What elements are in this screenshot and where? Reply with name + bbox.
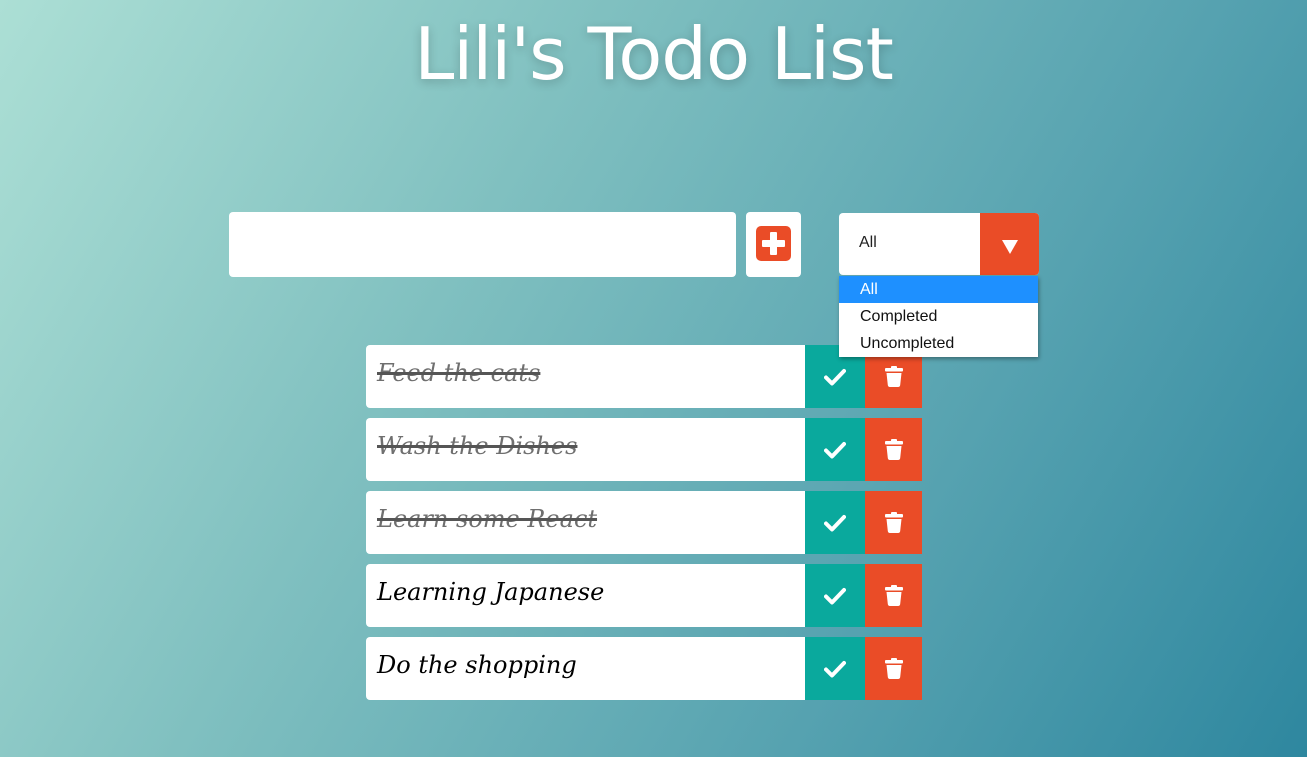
filter-option-all[interactable]: All [839, 276, 1038, 303]
trash-icon [884, 512, 903, 533]
delete-button[interactable] [865, 564, 922, 627]
filter-option-uncompleted[interactable]: Uncompleted [839, 330, 1038, 357]
delete-button[interactable] [865, 418, 922, 481]
trash-icon [884, 439, 903, 460]
delete-button[interactable] [865, 637, 922, 700]
filter-option-completed[interactable]: Completed [839, 303, 1038, 330]
todo-item: Do the shopping [366, 637, 922, 700]
complete-button[interactable] [805, 418, 865, 481]
todo-item: Learn some React [366, 491, 922, 554]
todo-text: Wash the Dishes [377, 432, 578, 460]
filter-selected-value: All [859, 234, 877, 251]
plus-square-icon [756, 226, 791, 261]
trash-icon [884, 658, 903, 679]
trash-icon [884, 585, 903, 606]
check-icon [824, 368, 846, 385]
dropdown-arrow-button[interactable] [980, 213, 1039, 275]
delete-button[interactable] [865, 491, 922, 554]
todo-text: Learning Japanese [377, 578, 605, 606]
check-icon [824, 514, 846, 531]
filter-dropdown-menu: All Completed Uncompleted [839, 276, 1038, 357]
todo-text: Feed the cats [377, 359, 541, 387]
complete-button[interactable] [805, 491, 865, 554]
todo-item: Learning Japanese [366, 564, 922, 627]
check-icon [824, 441, 846, 458]
check-icon [824, 587, 846, 604]
todo-input[interactable] [229, 212, 736, 277]
filter-select[interactable]: All [839, 213, 1039, 275]
todo-item: Wash the Dishes [366, 418, 922, 481]
check-icon [824, 660, 846, 677]
trash-icon [884, 366, 903, 387]
page-title: Lili's Todo List [414, 12, 894, 96]
complete-button[interactable] [805, 637, 865, 700]
caret-down-icon [1002, 240, 1018, 254]
todo-text: Do the shopping [377, 651, 577, 679]
todo-text: Learn some React [377, 505, 598, 533]
complete-button[interactable] [805, 564, 865, 627]
todo-list: Feed the cats Wash the Dishes Learn some… [366, 345, 922, 710]
add-todo-button[interactable] [746, 212, 801, 277]
